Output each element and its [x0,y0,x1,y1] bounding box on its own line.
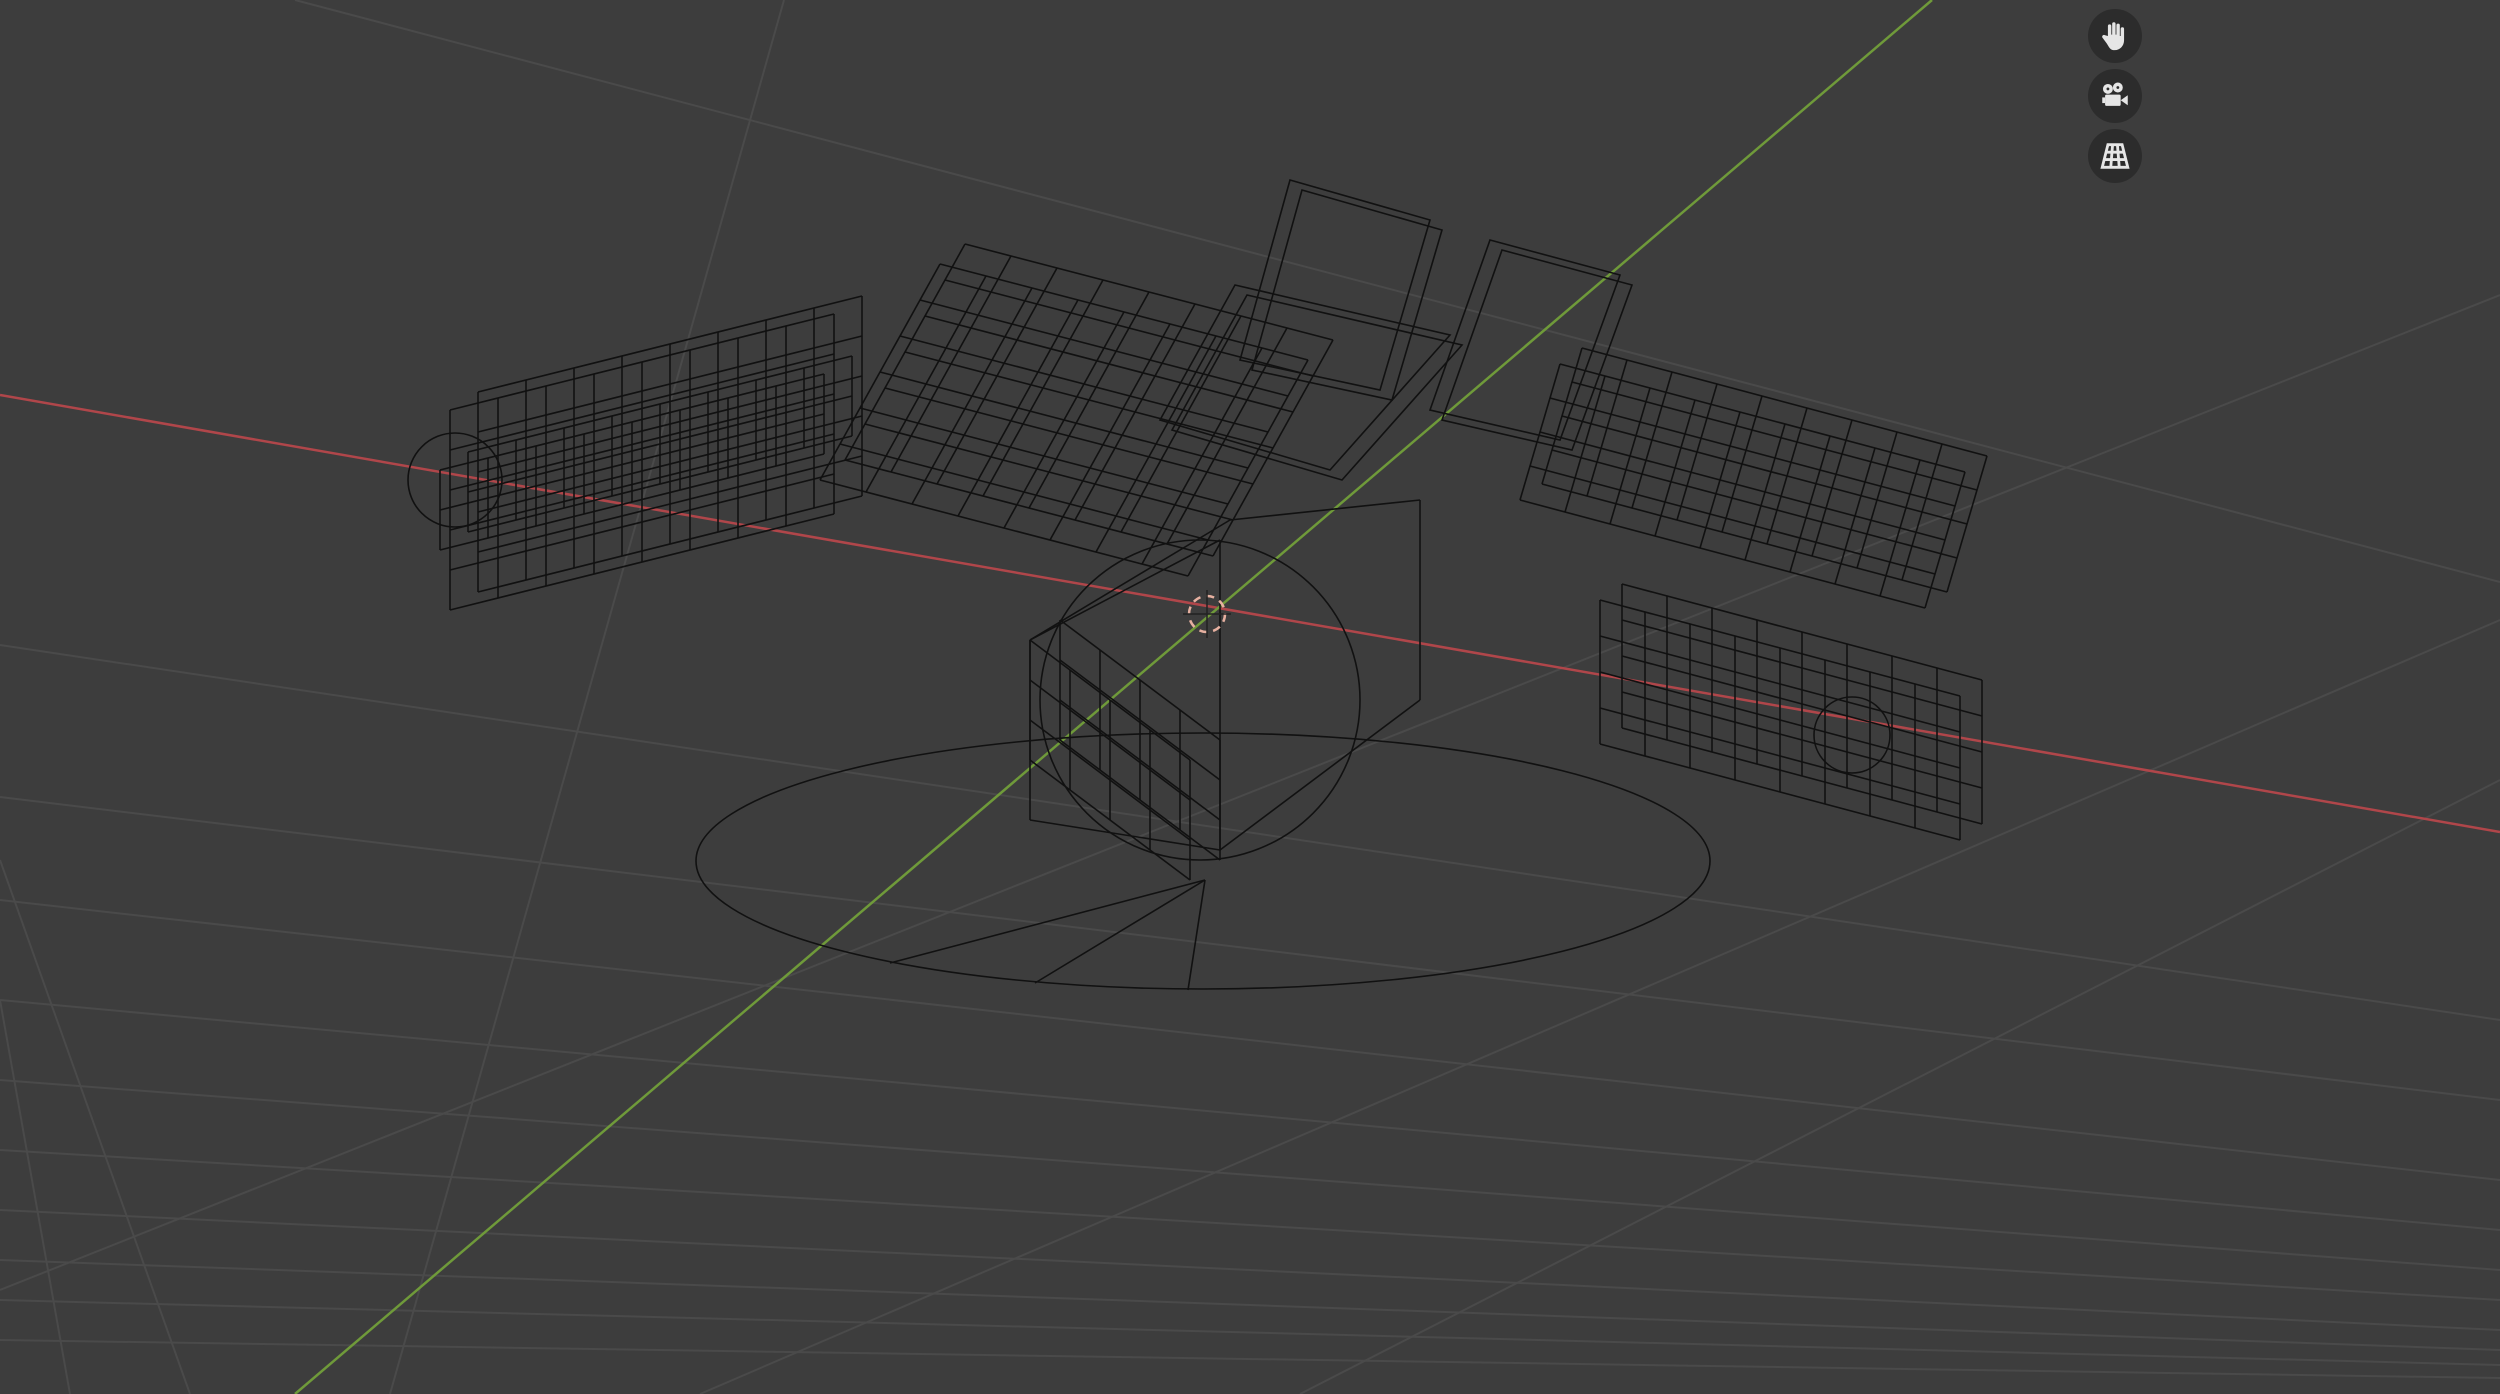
wire-edge [844,459,1214,557]
floor-grid [0,0,2500,1394]
pan-view-button[interactable] [2088,9,2142,63]
wire-edge [1561,415,1968,525]
grid-line [0,1149,2500,1301]
wire-edge [1581,347,1988,457]
wire-face [1239,179,1431,391]
wire-edge [1541,483,1948,593]
movie-camera-icon [2102,82,2128,106]
grid-line [0,999,71,1394]
perspective-toggle-button[interactable] [2088,129,2142,183]
grid-line [0,1209,2500,1331]
wire-face [1428,239,1622,441]
grid-line [0,1339,2500,1379]
wire-edge [1219,699,1421,851]
wire-edge [1551,449,1958,559]
camera-view-button[interactable] [2088,69,2142,123]
grid-line [0,1299,2500,1366]
grid-line [0,999,2500,1231]
grid-line [0,644,2500,1021]
x-axis-line [0,393,2500,834]
grid-line [0,899,2500,1181]
wire-edge [889,879,1206,964]
grid-line [0,1259,2500,1351]
hand-pan-icon [2102,22,2125,51]
wire-face [1170,294,1464,481]
wire-edge [1187,879,1206,991]
grid-line [0,796,2500,1101]
y-axis-line [294,0,1933,1394]
wireframe-model[interactable] [407,179,1988,991]
wire-edge [1034,879,1206,984]
wire-edge [1571,381,1978,491]
perspective-grid-icon [2100,143,2130,169]
wire-face [1158,284,1452,471]
3d-viewport[interactable] [0,0,2500,1394]
grid-line [0,294,2500,1291]
grid-line [0,859,191,1394]
grid-line [0,1079,2500,1271]
grid-line [294,0,2500,583]
wire-edge [1519,499,1926,609]
